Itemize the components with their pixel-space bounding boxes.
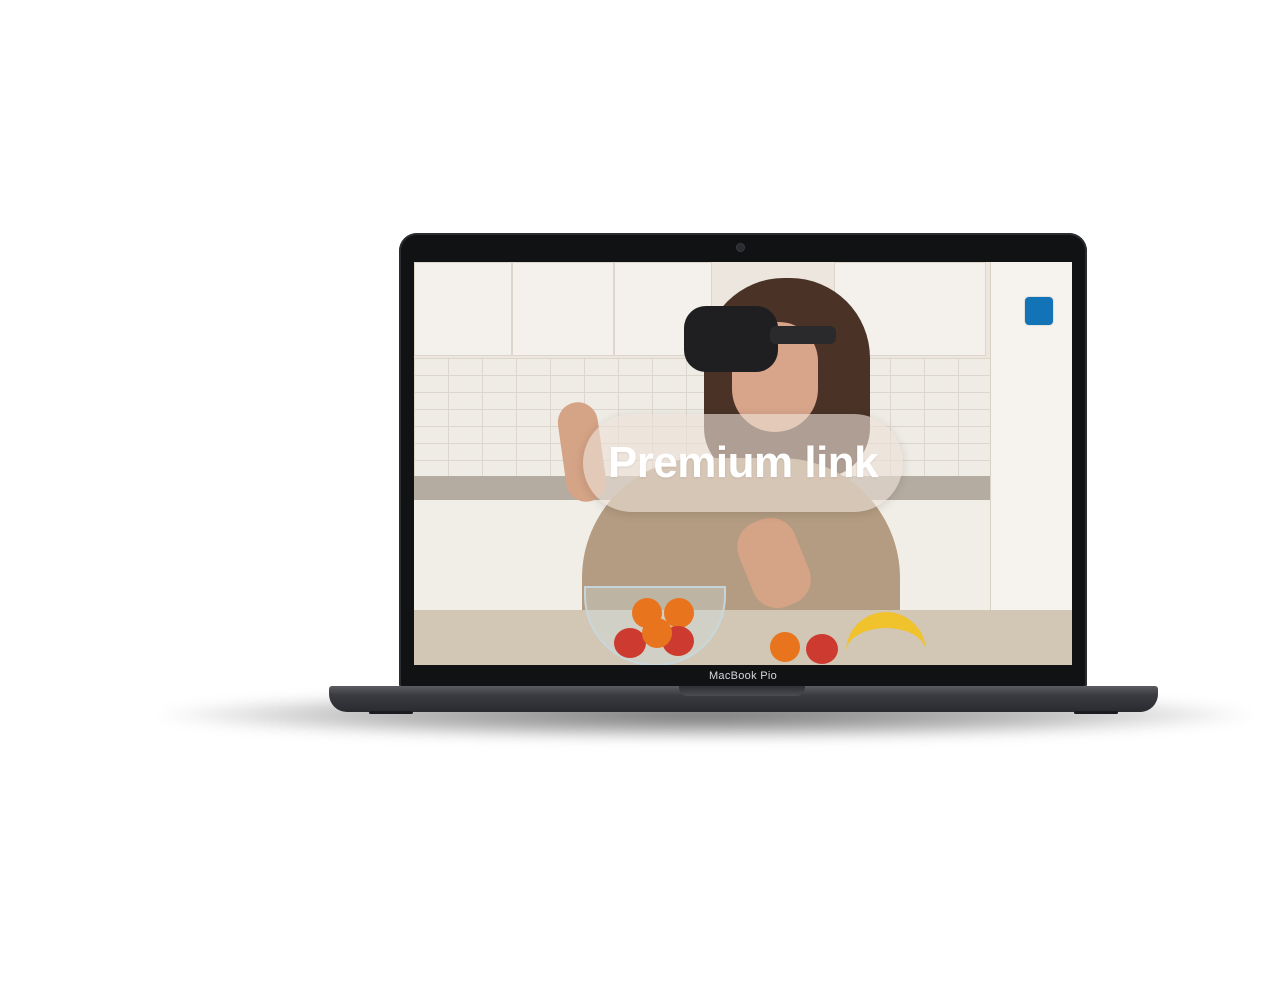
photo-cabinet	[414, 262, 512, 356]
photo-apple	[806, 634, 838, 664]
photo-table	[414, 610, 1072, 665]
photo-orange	[770, 632, 800, 662]
laptop-foot	[369, 711, 413, 714]
square-icon[interactable]	[1025, 297, 1053, 325]
photo-orange	[642, 618, 672, 648]
vr-headset-icon	[684, 306, 778, 372]
laptop-screen: Premium link	[414, 262, 1072, 665]
model-label: MacBook Pio	[708, 670, 778, 682]
laptop-notch	[679, 686, 805, 696]
laptop-foot	[1074, 711, 1118, 714]
premium-link-label: Premium link	[607, 438, 879, 487]
camera-icon	[737, 244, 744, 251]
photo-cabinet	[512, 262, 614, 356]
vr-headset-strap	[770, 326, 836, 344]
laptop-lid: Premium link MacBook Pio	[399, 233, 1087, 688]
premium-link-button[interactable]: Premium link	[583, 414, 903, 512]
laptop-base	[329, 686, 1158, 714]
